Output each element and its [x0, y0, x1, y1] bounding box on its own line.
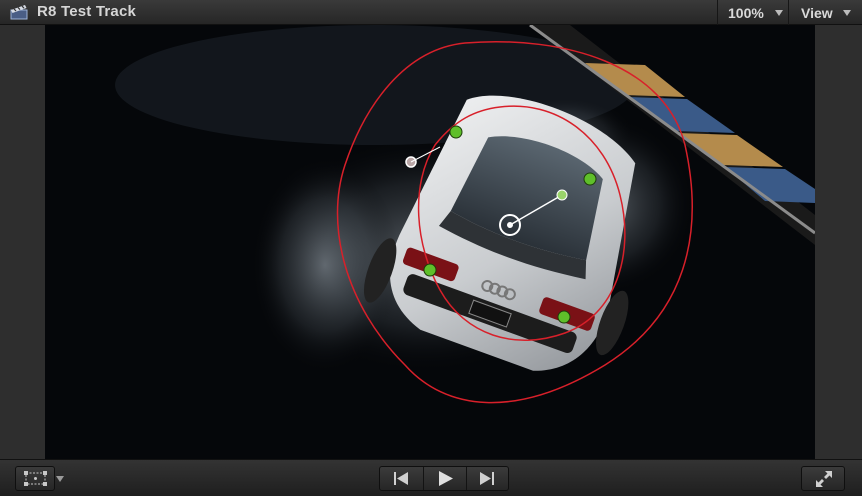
- mask-feather-handle[interactable]: [404, 155, 418, 169]
- skip-forward-icon: [480, 472, 494, 485]
- chevron-down-icon: [843, 10, 851, 16]
- transform-icon: [24, 471, 47, 486]
- transport-controls: [379, 466, 509, 491]
- viewer-toolbar: [0, 459, 862, 496]
- clip-title: R8 Test Track: [37, 3, 137, 20]
- mask-control-point-left[interactable]: [423, 263, 437, 277]
- skip-back-icon: [394, 472, 408, 485]
- mask-control-point-bottom[interactable]: [557, 310, 571, 324]
- play-button[interactable]: [424, 467, 466, 490]
- fullscreen-button[interactable]: [801, 466, 845, 491]
- zoom-level-label: 100%: [728, 5, 764, 21]
- play-icon: [439, 471, 453, 486]
- transform-tool-button[interactable]: [15, 466, 55, 491]
- clapperboard-icon: [10, 5, 28, 20]
- chevron-down-icon: [775, 10, 783, 16]
- next-edit-button[interactable]: [467, 467, 508, 490]
- view-menu[interactable]: View: [788, 0, 862, 25]
- previous-edit-button[interactable]: [380, 467, 423, 490]
- mask-control-point-top[interactable]: [449, 125, 463, 139]
- chevron-down-icon[interactable]: [56, 476, 64, 482]
- zoom-level-menu[interactable]: 100%: [717, 0, 787, 25]
- mask-control-point-right[interactable]: [583, 172, 597, 186]
- viewer-canvas[interactable]: [0, 25, 862, 459]
- video-frame-image: [45, 25, 815, 459]
- mask-center-handle[interactable]: [499, 214, 521, 236]
- fullscreen-icon: [816, 471, 832, 487]
- viewer-title-bar: R8 Test Track 100% View: [0, 0, 862, 25]
- viewer-window: R8 Test Track 100% View: [0, 0, 862, 496]
- view-menu-label: View: [801, 5, 833, 21]
- mask-rotation-handle[interactable]: [556, 189, 568, 201]
- video-frame[interactable]: [45, 25, 815, 459]
